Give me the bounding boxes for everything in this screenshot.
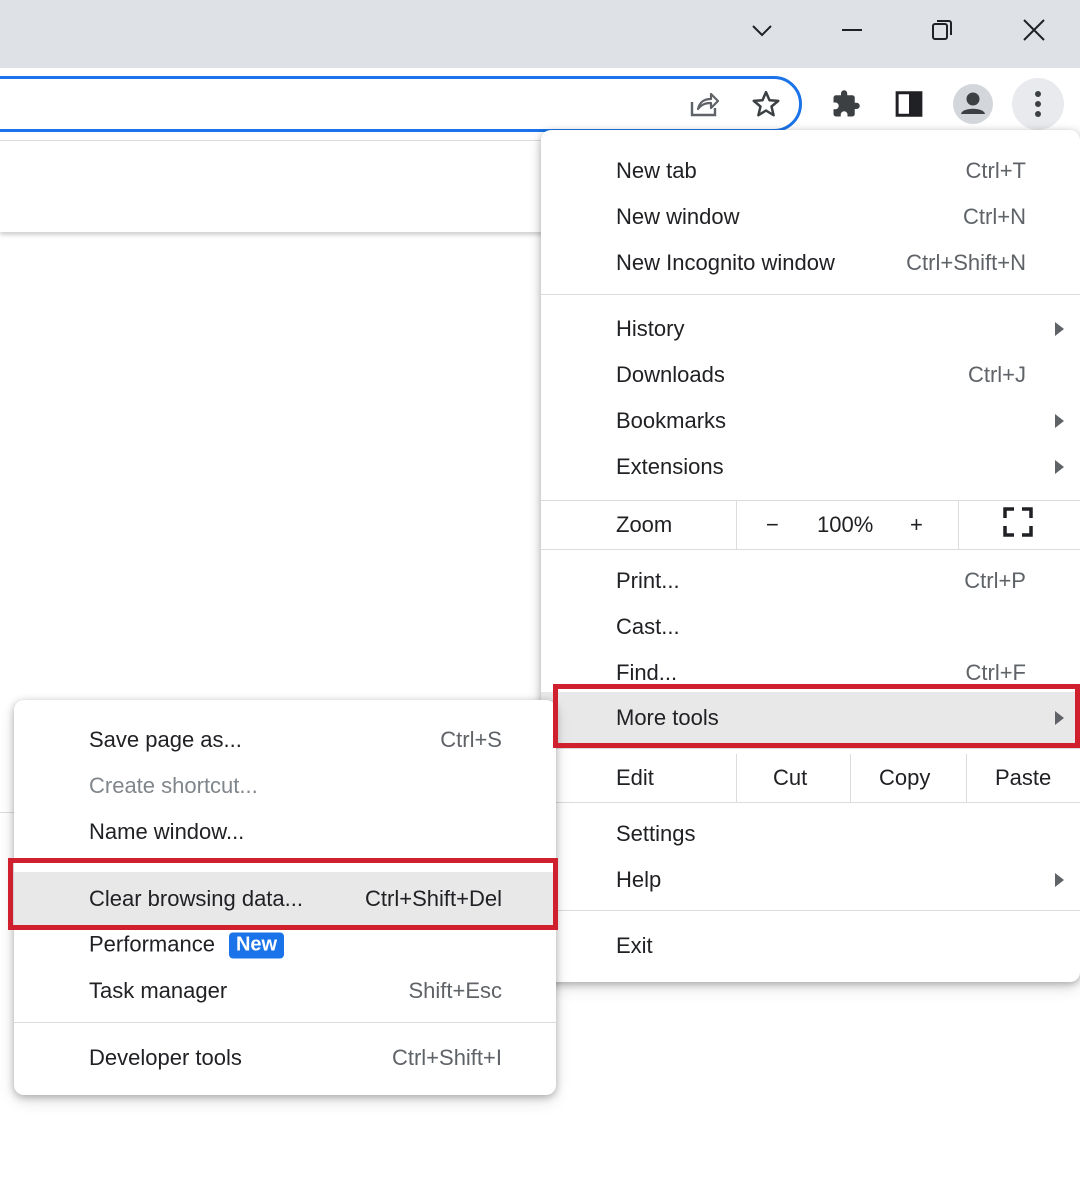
menu-item-print[interactable]: Print... Ctrl+P <box>541 558 1080 604</box>
menu-item-extensions[interactable]: Extensions <box>541 444 1080 490</box>
page-header-area <box>0 140 560 232</box>
menu-item-bookmarks[interactable]: Bookmarks <box>541 398 1080 444</box>
menu-item-clear-browsing-data[interactable]: Clear browsing data... Ctrl+Shift+Del <box>14 872 556 926</box>
zoom-out-button[interactable]: − <box>766 512 779 538</box>
menu-item-downloads[interactable]: Downloads Ctrl+J <box>541 352 1080 398</box>
share-button[interactable] <box>680 80 728 128</box>
submenu-arrow-icon <box>1055 711 1064 725</box>
close-icon <box>1023 19 1045 41</box>
menu-separator <box>541 910 1080 911</box>
menu-item-help[interactable]: Help <box>541 857 1080 903</box>
bookmark-star-button[interactable] <box>742 80 790 128</box>
bookmark-star-icon <box>752 90 780 117</box>
divider <box>736 754 737 802</box>
menu-item-developer-tools[interactable]: Developer tools Ctrl+Shift+I <box>14 1035 556 1081</box>
performance-label: Performance <box>89 931 215 957</box>
menu-separator <box>541 549 1080 550</box>
menu-item-history[interactable]: History <box>541 306 1080 352</box>
restore-icon <box>932 20 952 40</box>
menu-item-new-tab[interactable]: New tab Ctrl+T <box>541 148 1080 194</box>
menu-separator <box>541 802 1080 803</box>
tab-search-button[interactable] <box>740 8 784 52</box>
edit-row: Edit Cut Copy Paste <box>541 754 1080 802</box>
extensions-button[interactable] <box>822 80 870 128</box>
submenu-arrow-icon <box>1055 322 1064 336</box>
profile-button[interactable] <box>949 80 997 128</box>
chrome-main-menu: New tab Ctrl+T New window Ctrl+N New Inc… <box>541 130 1080 982</box>
kebab-menu-icon <box>1035 91 1041 117</box>
menu-item-find[interactable]: Find... Ctrl+F <box>541 650 1080 696</box>
chrome-menu-button[interactable] <box>1012 78 1064 130</box>
menu-separator <box>541 748 1080 749</box>
close-button[interactable] <box>1012 8 1056 52</box>
menu-separator <box>541 294 1080 295</box>
divider <box>736 501 737 549</box>
menu-item-save-page-as[interactable]: Save page as... Ctrl+S <box>14 717 556 763</box>
submenu-arrow-icon <box>1055 460 1064 474</box>
menu-item-more-tools[interactable]: More tools <box>541 692 1080 744</box>
side-panel-button[interactable] <box>885 80 933 128</box>
menu-item-settings[interactable]: Settings <box>541 811 1080 857</box>
menu-item-new-incognito-window[interactable]: New Incognito window Ctrl+Shift+N <box>541 240 1080 286</box>
menu-item-performance[interactable]: Performance New <box>14 922 556 968</box>
menu-separator <box>14 862 556 863</box>
zoom-in-button[interactable]: + <box>910 512 923 538</box>
menu-item-name-window[interactable]: Name window... <box>14 809 556 855</box>
copy-button[interactable]: Copy <box>879 765 930 791</box>
cut-button[interactable]: Cut <box>773 765 807 791</box>
fullscreen-icon <box>1003 507 1033 537</box>
paste-button[interactable]: Paste <box>995 765 1051 791</box>
restore-button[interactable] <box>920 8 964 52</box>
title-bar <box>0 0 1080 68</box>
menu-item-create-shortcut: Create shortcut... <box>89 773 258 798</box>
divider <box>850 754 851 802</box>
zoom-level: 100% <box>817 512 874 537</box>
menu-item-exit[interactable]: Exit <box>541 923 1080 969</box>
share-icon <box>690 92 720 117</box>
zoom-row: Zoom − 100% + <box>541 501 1080 549</box>
side-panel-icon <box>895 91 923 117</box>
new-badge: New <box>228 932 285 959</box>
fullscreen-button[interactable] <box>1003 507 1033 543</box>
profile-avatar-icon <box>953 84 993 124</box>
menu-item-cast[interactable]: Cast... <box>541 604 1080 650</box>
chevron-down-icon <box>752 25 772 37</box>
divider <box>966 754 967 802</box>
extensions-puzzle-icon <box>833 90 860 117</box>
menu-separator <box>14 1022 556 1023</box>
minimize-icon <box>842 29 862 31</box>
divider <box>958 501 959 549</box>
more-tools-submenu: Save page as... Ctrl+S Create shortcut..… <box>14 700 556 1095</box>
submenu-arrow-icon <box>1055 414 1064 428</box>
menu-item-new-window[interactable]: New window Ctrl+N <box>541 194 1080 240</box>
menu-item-task-manager[interactable]: Task manager Shift+Esc <box>14 968 556 1014</box>
submenu-arrow-icon <box>1055 873 1064 887</box>
minimize-button[interactable] <box>830 8 874 52</box>
